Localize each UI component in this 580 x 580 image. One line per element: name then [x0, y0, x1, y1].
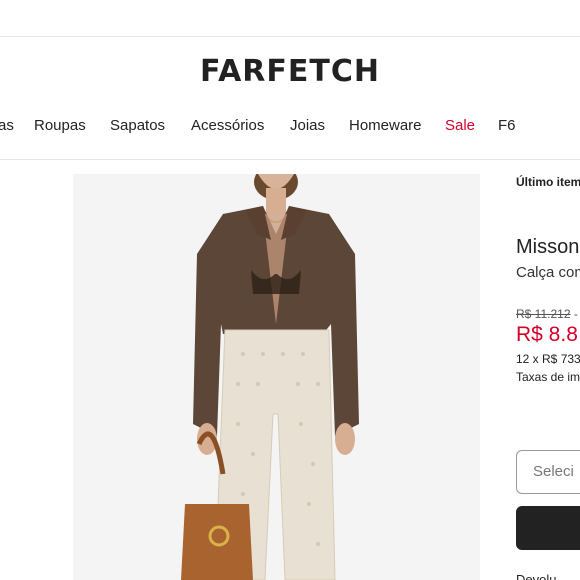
discount-separator: -	[570, 307, 578, 321]
original-price-value: R$ 11.212	[516, 307, 571, 321]
original-price: R$ 11.212 -	[516, 307, 578, 321]
model-photo-illustration	[73, 174, 480, 580]
add-to-bag-button[interactable]	[516, 506, 580, 550]
nav-item-homeware[interactable]: Homeware	[349, 117, 422, 134]
last-item-badge: Último item	[516, 175, 580, 189]
main-navigation: as Roupas Sapatos Acessórios Joias Homew…	[0, 108, 580, 160]
nav-item-sale[interactable]: Sale	[445, 117, 475, 134]
taxes-info: Taxas de im	[516, 370, 580, 384]
installments-info: 12 x R$ 733	[516, 352, 580, 366]
product-image[interactable]	[73, 174, 480, 580]
nav-item-roupas[interactable]: Roupas	[34, 117, 86, 134]
product-name: Calça com	[516, 264, 580, 281]
returns-info: Devolu	[516, 572, 557, 580]
nav-item-acessorios[interactable]: Acessórios	[191, 117, 264, 134]
nav-item-joias[interactable]: Joias	[290, 117, 325, 134]
nav-item-partial[interactable]: as	[0, 117, 14, 134]
sale-price: R$ 8.8	[516, 323, 578, 346]
nav-item-f6[interactable]: F6	[498, 117, 516, 134]
farfetch-logo[interactable]: FARFETCH	[0, 54, 580, 89]
size-select[interactable]: Seleci	[516, 450, 580, 494]
product-brand[interactable]: Missoni	[516, 236, 580, 259]
nav-item-sapatos[interactable]: Sapatos	[110, 117, 165, 134]
top-bar	[0, 0, 580, 37]
